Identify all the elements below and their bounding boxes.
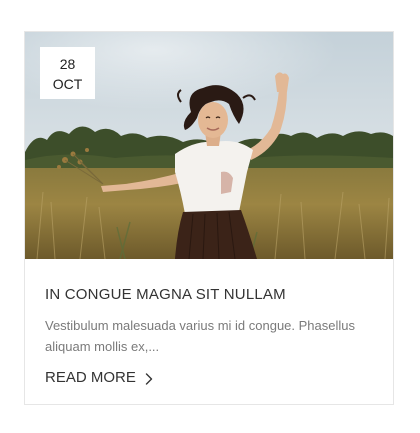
read-more-link[interactable]: READ MORE <box>45 369 154 387</box>
read-more-label: READ MORE <box>45 369 136 386</box>
chevron-right-icon <box>144 372 154 385</box>
post-excerpt: Vestibulum malesuada varius mi id congue… <box>45 318 356 354</box>
post-title[interactable]: IN CONGUE MAGNA SIT NULLAM <box>45 286 375 304</box>
blog-post-card: 28 OCT IN CONGUE MAGNA SIT NULLAM Vestib… <box>24 31 394 405</box>
post-image[interactable]: 28 OCT <box>25 32 393 259</box>
date-badge: 28 OCT <box>40 47 95 99</box>
date-day: 28 <box>59 56 76 72</box>
date-month: OCT <box>52 76 83 92</box>
